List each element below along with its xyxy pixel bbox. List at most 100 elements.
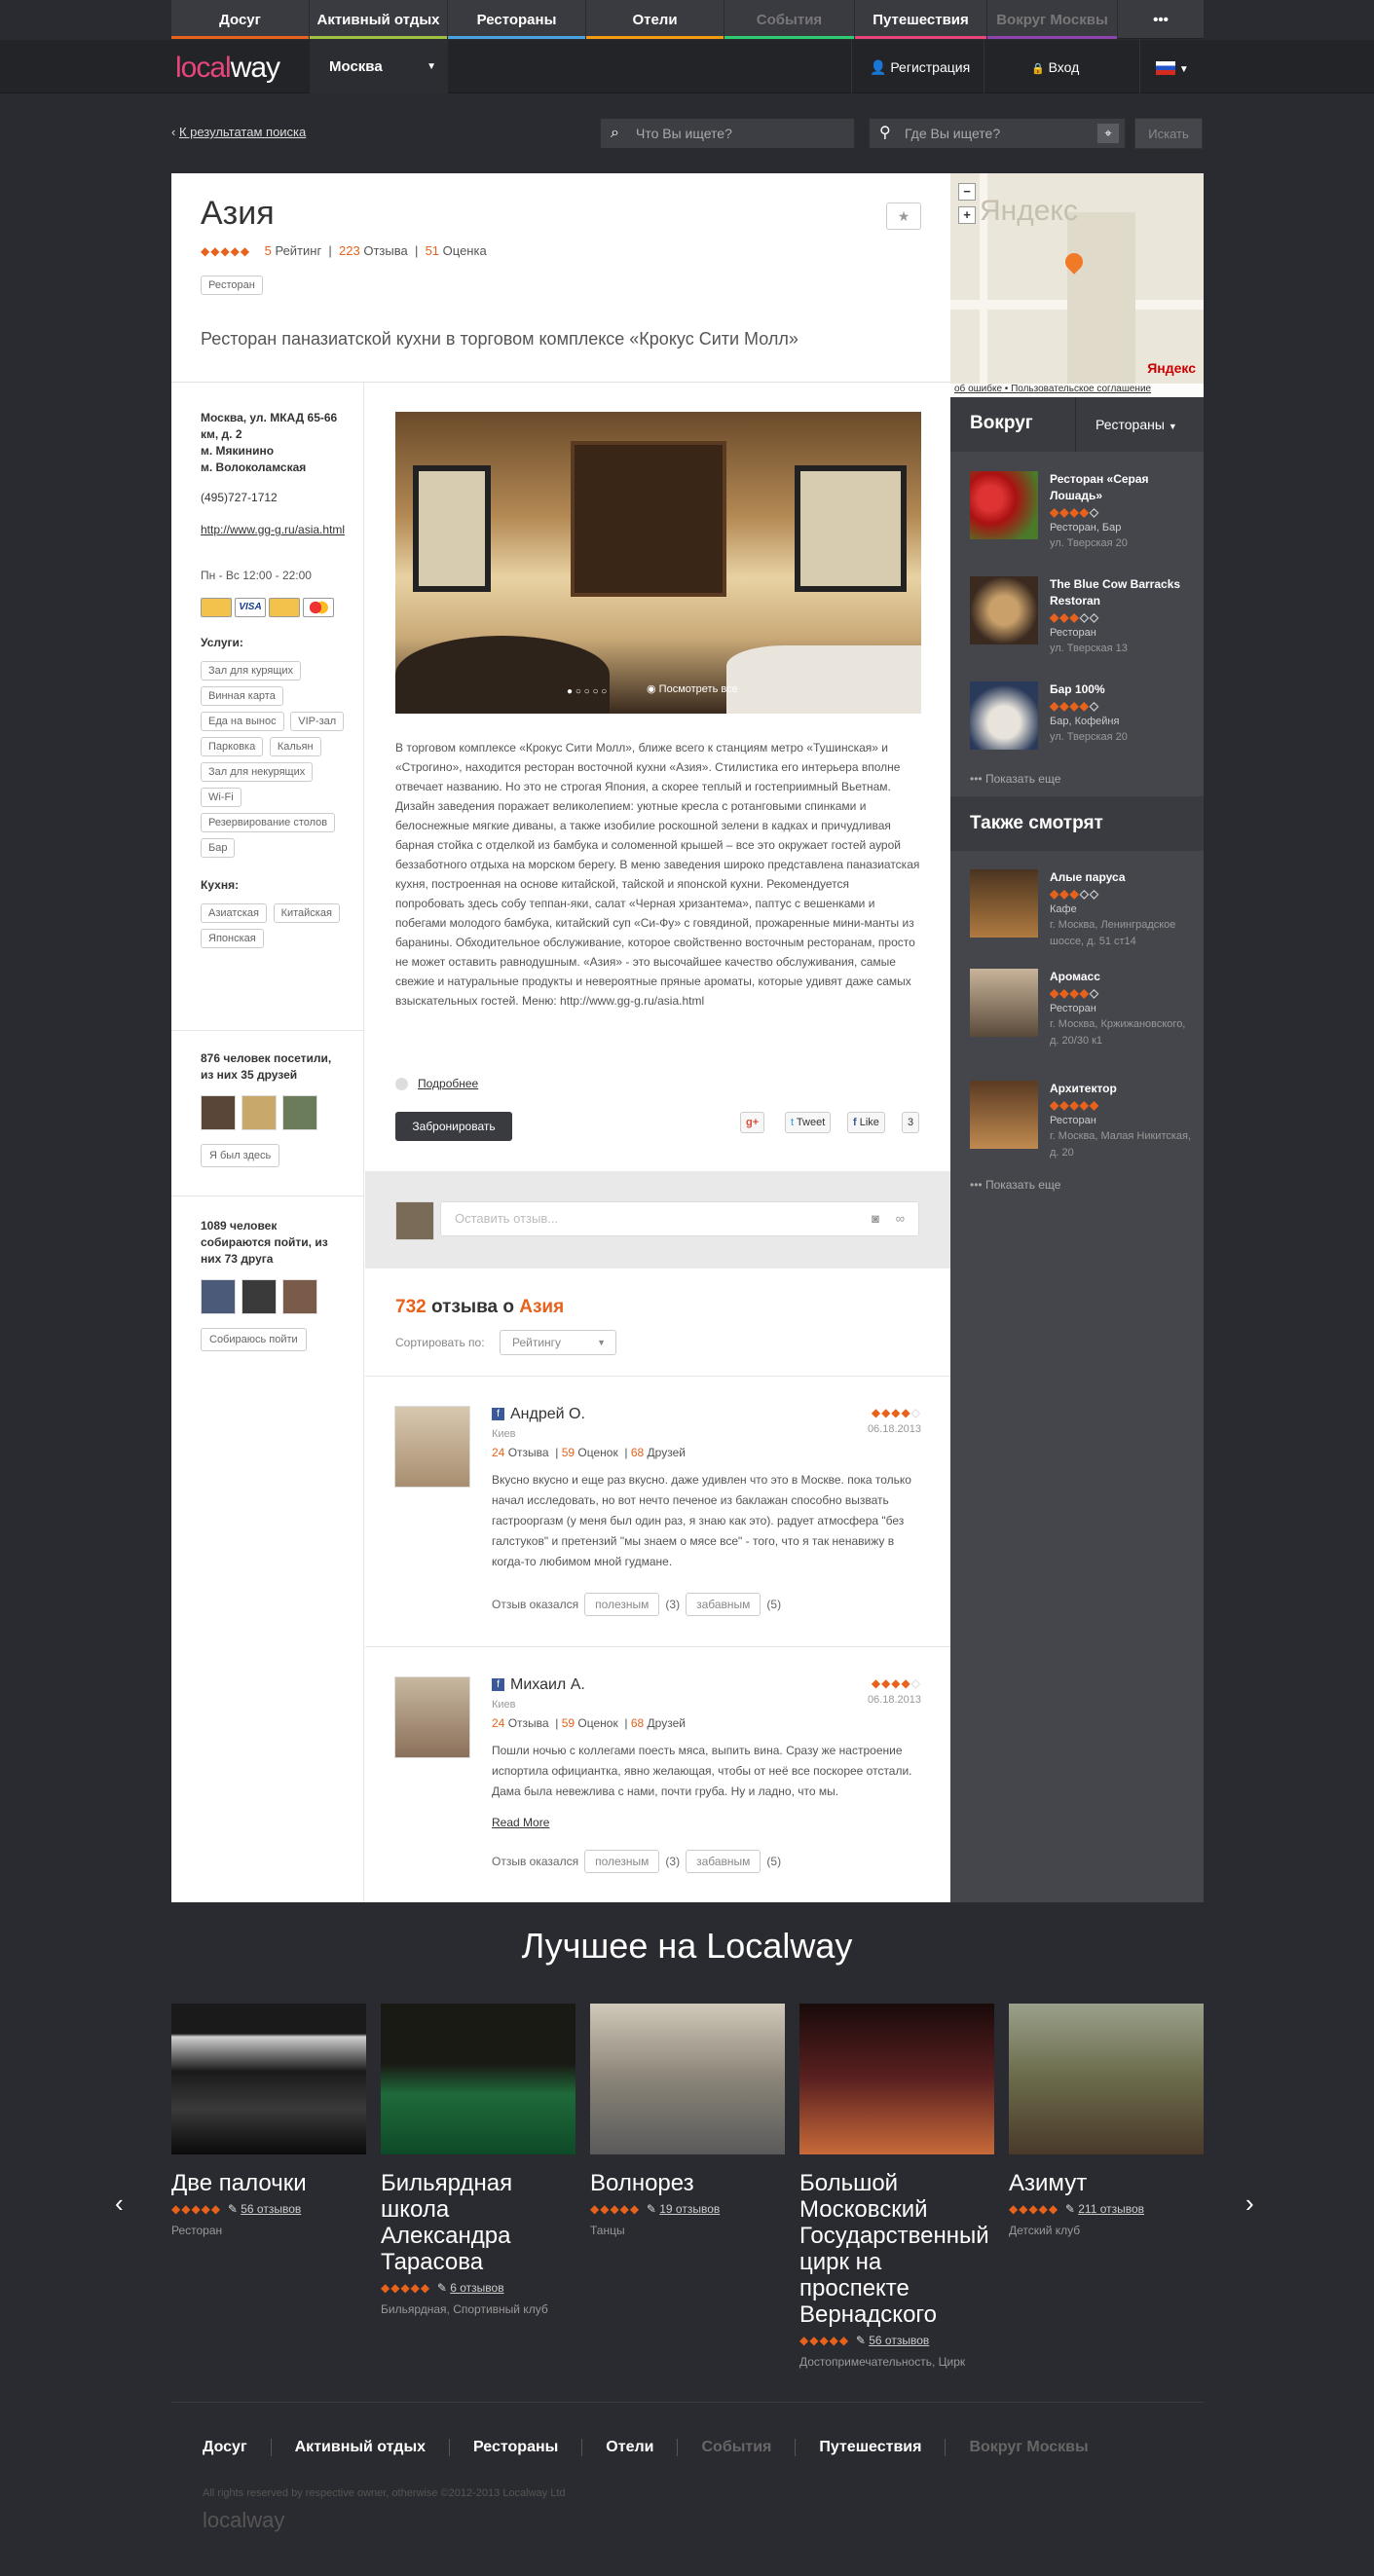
service-tag[interactable]: Wi-Fi bbox=[201, 788, 241, 807]
footer-link[interactable]: Вокруг Москвы bbox=[946, 2439, 1111, 2456]
been-here-button[interactable]: Я был здесь bbox=[201, 1144, 280, 1167]
friend-avatar[interactable] bbox=[241, 1095, 277, 1130]
around-filter-select[interactable]: Рестораны ▼ bbox=[1075, 397, 1204, 452]
funny-button[interactable]: забавным bbox=[686, 1850, 761, 1873]
service-tag[interactable]: Зал для курящих bbox=[201, 661, 302, 681]
comment-input[interactable]: Оставить отзыв... ◙ ∞ bbox=[440, 1201, 919, 1236]
topnav-events[interactable]: События bbox=[724, 0, 855, 39]
map-links[interactable]: об ошибке • Пользовательское соглашение bbox=[950, 384, 1204, 397]
rating-stars: ◆◆◆◆◆ bbox=[1050, 1098, 1100, 1112]
tweet-button[interactable]: t Tweet bbox=[785, 1112, 832, 1133]
chevron-right-icon[interactable]: › bbox=[1245, 2189, 1254, 2219]
service-tag[interactable]: Парковка bbox=[201, 737, 264, 756]
also-watch-show-more[interactable]: ••• Показать еще bbox=[970, 1178, 1060, 1192]
website-link[interactable]: http://www.gg-g.ru/asia.html bbox=[201, 522, 350, 538]
topnav-leisure[interactable]: Досуг bbox=[171, 0, 310, 39]
reviewer-name[interactable]: f Михаил А. bbox=[492, 1676, 585, 1694]
footer-logo[interactable]: localway bbox=[203, 2508, 284, 2533]
visa-icon: VISA bbox=[235, 598, 266, 617]
book-button[interactable]: Забронировать bbox=[395, 1112, 512, 1141]
locate-me-icon[interactable]: ⌖ bbox=[1097, 124, 1119, 143]
phone: (495)727-1712 bbox=[201, 491, 278, 504]
language-select[interactable]: ▼ bbox=[1139, 40, 1204, 93]
friend-avatar[interactable] bbox=[282, 1095, 317, 1130]
friend-avatar[interactable] bbox=[282, 1279, 317, 1314]
more-link[interactable]: Подробнее bbox=[395, 1077, 478, 1091]
around-title: Вокруг bbox=[970, 413, 1033, 433]
login-button[interactable]: 🔒 Вход bbox=[984, 40, 1104, 93]
photo-pager[interactable]: ● ○ ○ ○ ○ bbox=[567, 686, 607, 697]
reviewer-avatar[interactable] bbox=[394, 1406, 470, 1488]
useful-button[interactable]: полезным bbox=[584, 1593, 660, 1616]
play-icon: ◉ bbox=[647, 683, 656, 695]
gplus-button[interactable]: g+ bbox=[740, 1112, 765, 1133]
footer-link[interactable]: Путешествия bbox=[796, 2439, 947, 2456]
back-to-results-link[interactable]: ‹ К результатам поиска bbox=[171, 125, 306, 139]
service-tag[interactable]: VIP-зал bbox=[290, 712, 345, 731]
read-more-link[interactable]: Read More bbox=[492, 1813, 549, 1833]
service-tag[interactable]: Бар bbox=[201, 838, 236, 858]
footer-link[interactable]: События bbox=[678, 2439, 797, 2456]
cuisine-tag[interactable]: Японская bbox=[201, 929, 264, 948]
best-image bbox=[381, 2004, 576, 2154]
friend-avatar[interactable] bbox=[201, 1279, 236, 1314]
edit-icon: ✎ bbox=[227, 2202, 238, 2216]
around-thumb bbox=[970, 471, 1038, 539]
chevron-left-icon[interactable]: ‹ bbox=[115, 2189, 124, 2219]
favorite-button[interactable]: ★ bbox=[886, 202, 921, 230]
friend-avatar[interactable] bbox=[241, 1279, 277, 1314]
service-tag[interactable]: Кальян bbox=[269, 737, 321, 756]
camera-icon[interactable]: ◙ bbox=[872, 1202, 879, 1235]
link-icon[interactable]: ∞ bbox=[896, 1202, 905, 1235]
footer-link[interactable]: Активный отдых bbox=[272, 2439, 451, 2456]
reviewer-avatar[interactable] bbox=[394, 1676, 470, 1758]
search-button[interactable]: Искать bbox=[1134, 118, 1203, 149]
topnav-active[interactable]: Активный отдых bbox=[310, 0, 448, 39]
footer-link[interactable]: Рестораны bbox=[450, 2439, 583, 2456]
going-button[interactable]: Собираюсь пойти bbox=[201, 1328, 307, 1351]
friend-avatar[interactable] bbox=[201, 1095, 236, 1130]
rating-stars: ◆◆◆◆◇ bbox=[1050, 505, 1100, 519]
best-item[interactable]: Азимут ◆◆◆◆◆ ✎ 211 отзывов Детский клуб bbox=[1009, 2004, 1204, 2237]
service-tag[interactable]: Еда на вынос bbox=[201, 712, 284, 731]
footer-link[interactable]: Отели bbox=[582, 2439, 679, 2456]
armchairs bbox=[395, 636, 610, 714]
funny-button[interactable]: забавным bbox=[686, 1593, 761, 1616]
like-button[interactable]: f Like bbox=[847, 1112, 885, 1133]
category-tag[interactable]: Ресторан bbox=[201, 276, 266, 301]
zoom-out-button[interactable]: − bbox=[958, 183, 976, 201]
topnav-more[interactable]: ••• bbox=[1118, 0, 1204, 39]
topnav-around-moscow[interactable]: Вокруг Москвы bbox=[987, 0, 1118, 39]
view-all-photos-link[interactable]: ◉ Посмотреть все bbox=[647, 682, 738, 695]
cuisine-tag[interactable]: Китайская bbox=[273, 903, 340, 923]
topnav-travel[interactable]: Путешествия bbox=[855, 0, 987, 39]
best-item[interactable]: Большой Московский Государственный цирк … bbox=[799, 2004, 994, 2369]
what-search-input[interactable]: ⌕ Что Вы ищете? bbox=[600, 118, 855, 149]
twitter-icon: t bbox=[791, 1117, 795, 1128]
footer-link[interactable]: Досуг bbox=[171, 2439, 272, 2456]
rating-stars: ◆◆◆◆◇ bbox=[1050, 986, 1100, 1000]
service-tag[interactable]: Зал для некурящих bbox=[201, 762, 314, 782]
city-select[interactable]: Москва ▼ bbox=[310, 40, 448, 93]
sort-select[interactable]: Рейтингу ▼ bbox=[500, 1330, 616, 1355]
service-tag[interactable]: Винная карта bbox=[201, 686, 283, 706]
useful-button[interactable]: полезным bbox=[584, 1850, 660, 1873]
map[interactable]: Яндекс − + Яндекс об ошибке • Пользовате… bbox=[950, 173, 1204, 397]
rating-stars: ◆◆◆◆◆ bbox=[1009, 2202, 1059, 2216]
logo[interactable]: localway bbox=[175, 52, 280, 85]
zoom-in-button[interactable]: + bbox=[958, 206, 976, 224]
cuisine-tag[interactable]: Азиатская bbox=[201, 903, 267, 923]
around-show-more[interactable]: ••• Показать еще bbox=[970, 772, 1060, 786]
reviewer-name[interactable]: f Андрей О. bbox=[492, 1406, 585, 1423]
where-search-input[interactable]: ⚲ Где Вы ищете? ⌖ bbox=[869, 118, 1126, 149]
place-photo[interactable]: ● ○ ○ ○ ○ ◉ Посмотреть все bbox=[395, 412, 921, 714]
best-item[interactable]: Бильярдная школа Александра Тарасова ◆◆◆… bbox=[381, 2004, 576, 2316]
best-item[interactable]: Волнорез ◆◆◆◆◆ ✎ 19 отзывов Танцы bbox=[590, 2004, 785, 2237]
reviewer-city: Киев bbox=[492, 1699, 516, 1711]
register-button[interactable]: 👤 Регистрация bbox=[851, 40, 984, 93]
best-item[interactable]: Две палочки ◆◆◆◆◆ ✎ 56 отзывов Ресторан bbox=[171, 2004, 366, 2237]
top-nav: Досуг Активный отдых Рестораны Отели Соб… bbox=[171, 0, 1204, 39]
topnav-hotels[interactable]: Отели bbox=[586, 0, 724, 39]
topnav-restaurants[interactable]: Рестораны bbox=[448, 0, 586, 39]
service-tag[interactable]: Резервирование столов bbox=[201, 813, 336, 832]
